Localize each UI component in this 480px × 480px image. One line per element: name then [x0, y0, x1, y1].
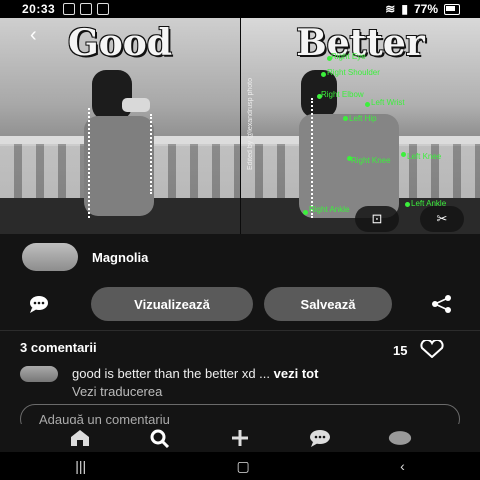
pose-point — [343, 116, 348, 121]
watermark: Edited by @lexandrusp photo — [247, 78, 254, 170]
profile-icon[interactable] — [388, 428, 412, 448]
view-button[interactable]: Vizualizează — [91, 287, 253, 321]
notification-icon — [97, 3, 110, 15]
divider — [0, 330, 480, 331]
creator-profile[interactable]: Magnolia — [22, 243, 148, 271]
battery-icon — [444, 3, 460, 15]
comments-count: 3 comentarii — [20, 340, 97, 355]
comment-body: good is better than the better xd ... ve… — [72, 366, 318, 382]
comment-text: good is better than the better xd ... — [72, 366, 271, 381]
battery-percent: 77% — [413, 2, 438, 16]
pose-label: Right Elbow — [321, 90, 364, 99]
edit-outline — [88, 108, 90, 218]
pose-label: Right Shoulder — [327, 68, 380, 77]
bottom-nav — [0, 424, 480, 452]
commenter-avatar[interactable] — [20, 366, 58, 382]
status-notification-icons — [63, 3, 110, 15]
signal-icon: ▮ — [401, 2, 408, 16]
translate-link[interactable]: Vezi traducerea — [72, 384, 162, 399]
pose-label: Right Knee — [351, 156, 391, 165]
system-back-icon[interactable]: ‹ — [400, 458, 405, 474]
pose-point — [401, 152, 406, 157]
comment-bubble-icon[interactable] — [26, 295, 52, 313]
likes-count: 15 — [393, 343, 408, 358]
pose-point — [303, 210, 308, 215]
system-nav-bar: ||| ▢ ‹ — [0, 452, 480, 480]
status-time: 20:33 — [22, 2, 56, 16]
home-icon[interactable] — [68, 428, 92, 448]
plus-icon[interactable] — [228, 428, 252, 448]
likes: 15 — [393, 338, 445, 361]
pose-point — [321, 72, 326, 77]
status-bar: 20:33 ≋ ▮ 77% — [0, 0, 480, 18]
home-circle-icon[interactable]: ▢ — [237, 458, 250, 475]
image-panel-good: Good ‹ — [0, 18, 240, 234]
see-all-link[interactable]: vezi tot — [274, 366, 319, 381]
pose-label: Left Wrist — [371, 98, 405, 107]
back-arrow-icon[interactable]: ‹ — [30, 24, 37, 47]
pose-label: Right Eye — [331, 52, 366, 61]
figure-torso — [92, 70, 132, 120]
status-right: ≋ ▮ 77% — [385, 2, 460, 16]
notification-icon — [63, 3, 76, 15]
pose-point — [365, 102, 370, 107]
lens-button[interactable]: ⊡ — [355, 206, 399, 232]
avatar[interactable] — [22, 243, 78, 271]
lens-icon: ⊡ — [371, 211, 383, 226]
search-icon[interactable] — [148, 428, 172, 448]
scissors-icon: ✂ — [436, 211, 448, 226]
save-button[interactable]: Salvează — [264, 287, 392, 321]
edit-outline — [150, 114, 152, 194]
comment-item[interactable]: good is better than the better xd ... ve… — [20, 366, 318, 382]
figure-jeans — [299, 114, 399, 218]
messages-icon[interactable] — [308, 428, 332, 448]
creator-name[interactable]: Magnolia — [92, 250, 148, 265]
pin-image[interactable]: Good ‹ Edited by @lexandrusp photo Bette… — [0, 18, 480, 234]
share-icon[interactable] — [430, 295, 454, 313]
edit-outline — [311, 98, 313, 218]
action-row: Vizualizează Salvează — [0, 287, 480, 321]
handbag — [122, 98, 150, 112]
pose-label: Left Hip — [349, 114, 377, 123]
pose-label: Left Knee — [407, 152, 442, 161]
image-panel-better: Edited by @lexandrusp photo Better Right… — [241, 18, 480, 234]
recent-apps-icon[interactable]: ||| — [75, 458, 86, 474]
pose-label: Right Ankle — [309, 205, 350, 214]
heart-icon[interactable] — [419, 338, 445, 361]
notification-icon — [80, 3, 93, 15]
wifi-icon: ≋ — [385, 2, 396, 16]
pose-point — [405, 202, 410, 207]
scissors-button[interactable]: ✂ — [420, 206, 464, 232]
figure-jeans — [84, 116, 154, 216]
